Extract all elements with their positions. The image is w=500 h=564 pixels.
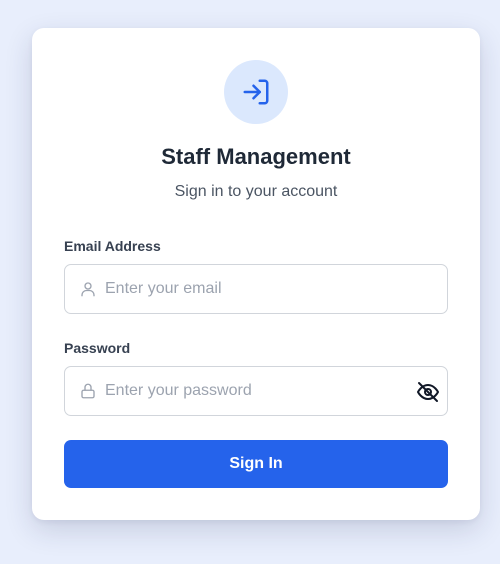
lock-icon: [79, 382, 97, 400]
email-field[interactable]: [64, 264, 448, 314]
email-input[interactable]: [105, 265, 405, 313]
page-title: Staff Management: [161, 144, 351, 169]
page-background: Staff Management Sign in to your account…: [0, 0, 500, 564]
user-icon: [79, 280, 97, 298]
page-subtitle: Sign in to your account: [174, 183, 338, 200]
password-label: Password: [64, 340, 131, 356]
password-input[interactable]: [105, 367, 405, 415]
sign-in-button[interactable]: Sign In: [64, 440, 448, 488]
login-card: Staff Management Sign in to your account…: [32, 28, 480, 520]
eye-off-icon[interactable]: [415, 379, 441, 405]
email-label: Email Address: [64, 238, 161, 254]
logo-badge: [224, 60, 288, 124]
sign-in-icon: [243, 79, 269, 105]
password-field[interactable]: [64, 366, 448, 416]
